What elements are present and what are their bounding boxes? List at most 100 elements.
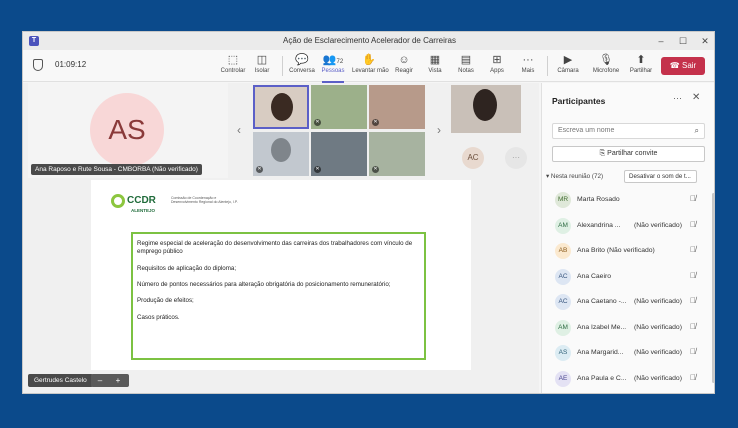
video-grid: ✕ ✕ ✕ ✕ ✕ [251,83,427,178]
list-item[interactable]: AB Ana Brito (Não verificado) 🎙̸ [542,238,714,264]
avatar: AE [555,370,571,387]
agenda-item: Regime especial de aceleração do desenvo… [137,240,413,256]
meeting-timer: 01:09:12 [55,60,87,69]
camera-button[interactable]: ▶ Câmara [551,53,585,81]
mic-off-icon: 🎙̸ [690,219,696,229]
minimize-button[interactable]: – [649,34,673,48]
avatar: AS [90,93,164,167]
participant-list: MR Marta Rosado 🎙̸ AM Alexandrina ... (N… [542,187,714,392]
presenter-name-label: Gertrudes Castelo [28,374,93,387]
mic-off-icon: 🎙̸ [690,194,696,203]
list-item[interactable]: AM Alexandrina ... (Não verificado) 🎙̸ [542,213,714,239]
agenda-item: Casos práticos. [137,313,180,321]
share-button[interactable]: ⬆ Partilhar [624,53,658,81]
raise-hand-button[interactable]: ✋ Levantar mão [352,53,389,81]
people-button[interactable]: 👥72 Pessoas [316,53,350,83]
chevron-right-icon[interactable]: › [437,123,441,137]
agenda-box: Regime especial de aceleração do desenvo… [131,232,426,360]
mic-off-icon: 🎙̸ [690,245,696,254]
panel-title: Participantes [552,96,606,106]
avatar: AS [555,345,571,361]
leave-button[interactable]: ☎ Sair [661,57,705,75]
avatar: AM [555,319,571,336]
list-item[interactable]: MR Marta Rosado 🎙̸ [542,187,714,213]
close-icon[interactable]: ✕ [692,92,700,103]
chat-button[interactable]: 💬 Conversa [285,53,319,81]
avatar: AC [555,268,571,285]
list-item[interactable]: AM Ana Izabel Me... (Não verificado) 🎙̸ [542,315,714,341]
shield-icon [33,59,43,71]
react-button[interactable]: ☺ Reagir [387,53,421,81]
share-invite-button[interactable]: ⎘ Partilhar convite [552,146,705,162]
participant-tile[interactable]: AS Ana Raposo e Rute Sousa - CMBORBA (Nã… [28,83,228,178]
mic-off-icon: 🎙̸ [690,372,696,382]
mic-off-icon: 🎙̸ [690,321,696,331]
isolate-button[interactable]: ◫ Isolar [245,53,279,81]
maximize-button[interactable]: ☐ [671,34,695,48]
window-title: Ação de Esclarecimento Acelerador de Car… [283,36,456,45]
more-icon[interactable]: ··· [673,93,682,103]
video-tile[interactable]: ✕ [369,132,425,176]
list-item[interactable]: AS Ana Margarid... (Não verificado) 🎙̸ [542,340,714,366]
person-silhouette [271,138,291,162]
video-tile[interactable]: ✕ [311,132,367,176]
more-icon: ··· [522,54,534,66]
search-input[interactable]: Escreva um nome ⌕ [552,123,705,139]
mic-off-icon: 🎙̸ [690,270,696,280]
video-tile[interactable] [253,85,309,129]
invite-icon: ⎘ [599,150,606,157]
mic-off-icon: ✕ [256,166,263,173]
person-silhouette [473,89,497,121]
mic-off-icon: ✕ [314,119,321,126]
scrollbar[interactable] [712,193,714,383]
zoom-control: – + [91,374,129,387]
participants-panel: Participantes ··· ✕ Escreva um nome ⌕ ⎘ … [541,83,714,393]
share-icon: ⬆ [636,54,646,66]
teams-window: T Ação de Esclarecimento Acelerador de C… [22,31,715,394]
avatar: AB [555,243,571,259]
list-item[interactable]: AE Ana Paula e C... (Não verificado) 🎙̸ [542,366,714,392]
section-toggle[interactable]: ▾ Nesta reunião (72) [546,173,603,180]
more-participants-icon[interactable]: ··· [505,147,527,169]
video-tile[interactable]: ✕ [253,132,309,176]
microphone-button[interactable]: 🎙 Microfone [589,53,623,81]
avatar: MR [555,192,571,208]
zoom-out-button[interactable]: – [91,374,109,387]
chat-icon: 💬 [295,54,309,66]
isolate-icon: ◫ [256,54,268,66]
agenda-item: Requisitos de aplicação do diploma; [137,264,237,272]
mute-all-button[interactable]: Desativar o som de t... [624,170,697,183]
avatar: AM [555,217,571,234]
list-item[interactable]: AC Ana Caeiro 🎙̸ [542,264,714,290]
toolbar-divider [282,56,283,76]
notes-button[interactable]: ▤ Notas [449,53,483,81]
agenda-item: Produção de efeitos; [137,297,194,305]
video-tile[interactable] [451,85,521,133]
microphone-icon: 🎙 [599,54,613,66]
list-item[interactable]: AC Ana Caetano -... (Não verificado) 🎙̸ [542,289,714,315]
video-tile[interactable]: ✕ [311,85,367,129]
chevron-left-icon[interactable]: ‹ [237,123,241,137]
mic-off-icon: 🎙̸ [690,347,696,356]
phone-icon: ☎ [669,61,680,70]
smiley-icon: ☺ [398,54,410,66]
ccdr-logo: CCDR ALENTEJO Comissão de Coordenação e … [111,192,238,213]
hand-icon: ✋ [362,54,376,66]
more-button[interactable]: ··· Mais [511,53,545,81]
close-window-button[interactable]: ✕ [693,34,714,48]
mic-off-icon: ✕ [372,166,379,173]
people-icon: 👥72 [322,54,344,66]
participant-name-label: Ana Raposo e Rute Sousa - CMBORBA (Não v… [31,164,202,175]
zoom-in-button[interactable]: + [109,374,127,387]
logo-ring-icon [111,193,125,208]
agenda-item: Número de pontos necessários para altera… [137,281,391,289]
avatar: AC [555,294,571,310]
camera-icon: ▶ [563,54,573,66]
apps-icon: ⊞ [492,54,502,66]
shared-presentation: CCDR ALENTEJO Comissão de Coordenação e … [91,180,471,370]
avatar[interactable]: AC [462,147,484,169]
meeting-toolbar: 01:09:12 ⬚ Controlar ◫ Isolar 💬 Conversa 👥7… [23,50,714,83]
view-button[interactable]: ▦ Vista [418,53,452,81]
apps-button[interactable]: ⊞ Apps [480,53,514,81]
video-tile[interactable]: ✕ [369,85,425,129]
